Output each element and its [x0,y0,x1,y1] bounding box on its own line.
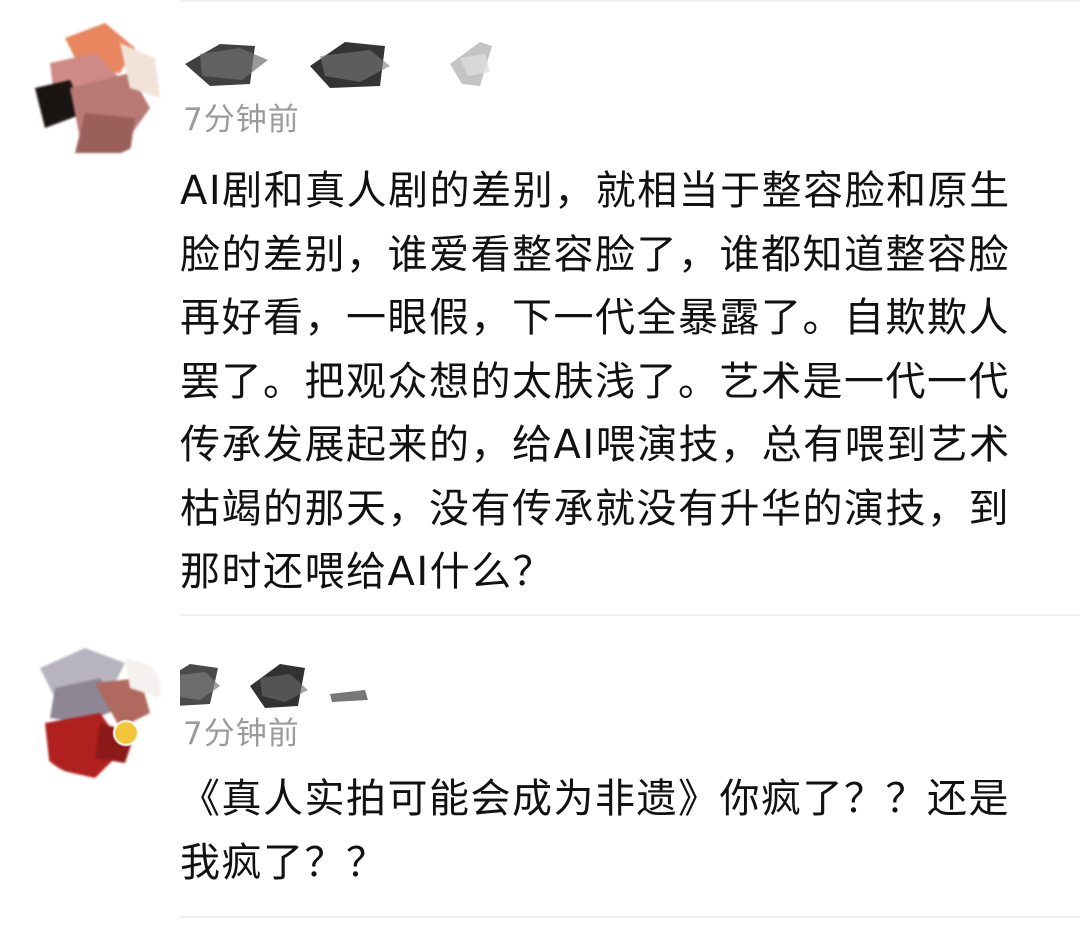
comment-list: 7分钟前 AI剧和真人剧的差别，就相当于整容脸和原生脸的差别，谁爱看整容脸了，谁… [0,0,1080,944]
comment-divider [180,614,1080,616]
comment-item: 7分钟前 《真人实拍可能会成为非遗》你疯了？？还是我疯了？？ [0,620,1080,920]
comment-divider [180,916,1080,918]
redacted-username-icon [155,664,368,708]
comment-text: 《真人实拍可能会成为非遗》你疯了？？还是我疯了？？ [180,776,1010,886]
comment-text: AI剧和真人剧的差别，就相当于整容脸和原生脸的差别，谁爱看整容脸了，谁都知道整容… [180,168,1011,595]
user-avatar[interactable] [25,18,165,158]
comment-timestamp: 7分钟前 [183,716,300,752]
username-redacted[interactable] [180,36,540,92]
verified-badge-icon [113,720,139,746]
redacted-username-icon [185,42,492,88]
user-avatar[interactable] [25,638,165,778]
avatar-redacted-icon [25,18,165,158]
avatar-redacted-icon [25,638,165,778]
comment-timestamp: 7分钟前 [183,102,300,138]
username-redacted[interactable] [155,656,540,712]
comment-item: 7分钟前 AI剧和真人剧的差别，就相当于整容脸和原生脸的差别，谁爱看整容脸了，谁… [0,0,1080,616]
